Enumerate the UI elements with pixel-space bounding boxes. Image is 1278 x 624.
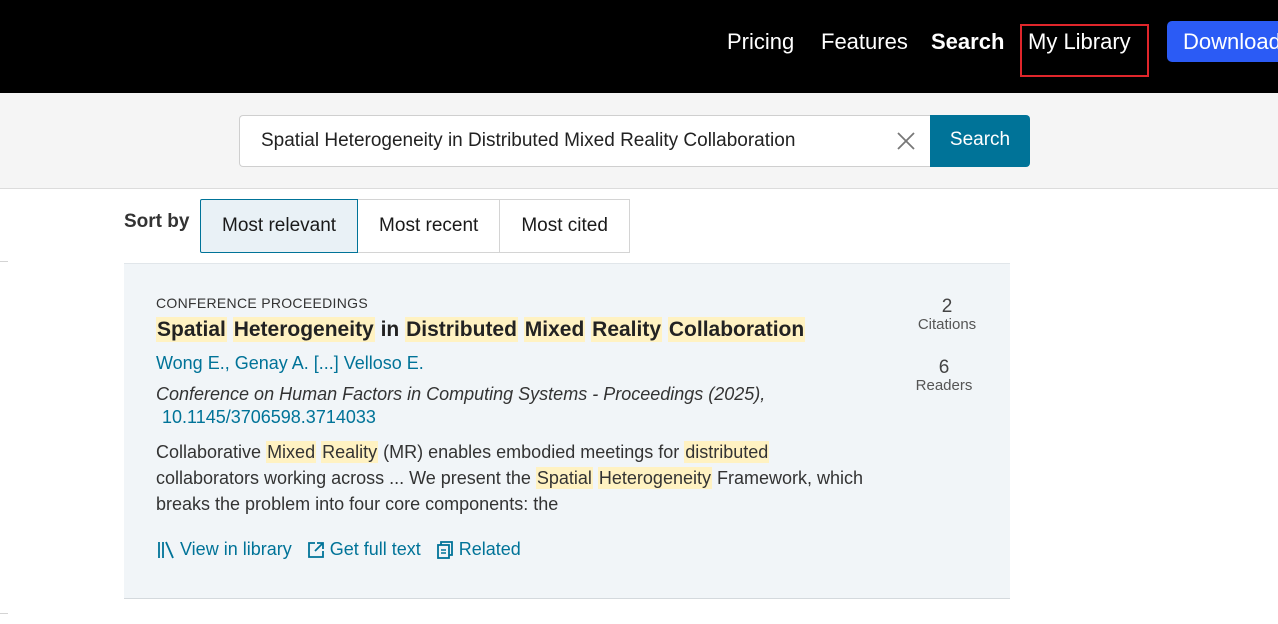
- result-venue: Conference on Human Factors in Computing…: [156, 384, 766, 404]
- readers-count: 6: [938, 357, 950, 378]
- title-word: in: [380, 318, 400, 341]
- abstract-text: collaborators working across ... We pres…: [156, 468, 536, 488]
- sort-most-cited-button[interactable]: Most cited: [500, 199, 630, 253]
- left-divider: [0, 613, 8, 614]
- title-highlight: Reality: [591, 317, 663, 342]
- nav-pricing-link[interactable]: Pricing: [727, 26, 794, 58]
- abstract-text: Collaborative: [156, 442, 267, 462]
- related-documents-icon: [436, 540, 453, 559]
- search-input[interactable]: [261, 116, 881, 166]
- result-abstract: Collaborative Mixed Reality (MR) enables…: [156, 439, 866, 517]
- library-icon: [158, 541, 174, 558]
- title-highlight: Spatial: [156, 317, 227, 342]
- nav-my-library-link[interactable]: My Library: [1020, 24, 1149, 77]
- abstract-highlight: Heterogeneity: [597, 467, 712, 489]
- related-label: Related: [458, 539, 521, 559]
- get-full-text-label: Get full text: [329, 539, 421, 559]
- result-authors[interactable]: Wong E., Genay A. [...] Velloso E.: [156, 353, 424, 374]
- title-highlight: Collaboration: [667, 317, 806, 342]
- search-box: [239, 115, 931, 167]
- related-button[interactable]: Related: [435, 539, 521, 560]
- title-highlight: Heterogeneity: [232, 317, 375, 342]
- top-nav-bar: Pricing Features Search My Library Downl…: [0, 0, 1278, 93]
- result-doi-link[interactable]: 10.1145/3706598.3714033: [162, 407, 376, 428]
- nav-search-link[interactable]: Search: [931, 26, 1004, 58]
- result-title[interactable]: Spatial Heterogeneity in Distributed Mix…: [156, 317, 806, 342]
- readers-label: Readers: [915, 377, 973, 394]
- view-in-library-button[interactable]: View in library: [156, 539, 292, 560]
- close-icon-svg: [897, 132, 915, 150]
- close-icon[interactable]: [895, 130, 917, 152]
- abstract-highlight: Reality: [321, 441, 379, 463]
- left-divider: [0, 261, 8, 262]
- title-highlight: Distributed: [405, 317, 518, 342]
- readers-metric: 6 Readers: [904, 357, 984, 394]
- citations-count: 2: [941, 296, 953, 317]
- external-link-icon: [307, 541, 324, 558]
- title-highlight: Mixed: [523, 317, 586, 342]
- sort-most-recent-button[interactable]: Most recent: [358, 199, 501, 253]
- sort-options: Most relevant Most recent Most cited: [200, 199, 630, 253]
- result-actions: View in library Get full text Related: [156, 539, 521, 560]
- abstract-highlight: Mixed: [266, 441, 317, 463]
- search-band: Search: [0, 93, 1278, 189]
- citations-label: Citations: [917, 316, 977, 333]
- get-full-text-button[interactable]: Get full text: [306, 539, 421, 560]
- view-in-library-label: View in library: [180, 539, 292, 559]
- search-button[interactable]: Search: [930, 115, 1030, 167]
- abstract-text: (MR) enables embodied meetings for: [378, 442, 685, 462]
- sort-most-relevant-button[interactable]: Most relevant: [200, 199, 359, 253]
- download-button[interactable]: Download: [1167, 21, 1278, 62]
- sort-by-label: Sort by: [124, 211, 190, 232]
- abstract-highlight: Spatial: [535, 467, 593, 489]
- citations-metric: 2 Citations: [907, 296, 987, 333]
- nav-features-link[interactable]: Features: [821, 26, 908, 58]
- result-card: CONFERENCE PROCEEDINGS Spatial Heterogen…: [124, 263, 1010, 599]
- abstract-highlight: distributed: [684, 441, 770, 463]
- document-type: CONFERENCE PROCEEDINGS: [156, 295, 368, 311]
